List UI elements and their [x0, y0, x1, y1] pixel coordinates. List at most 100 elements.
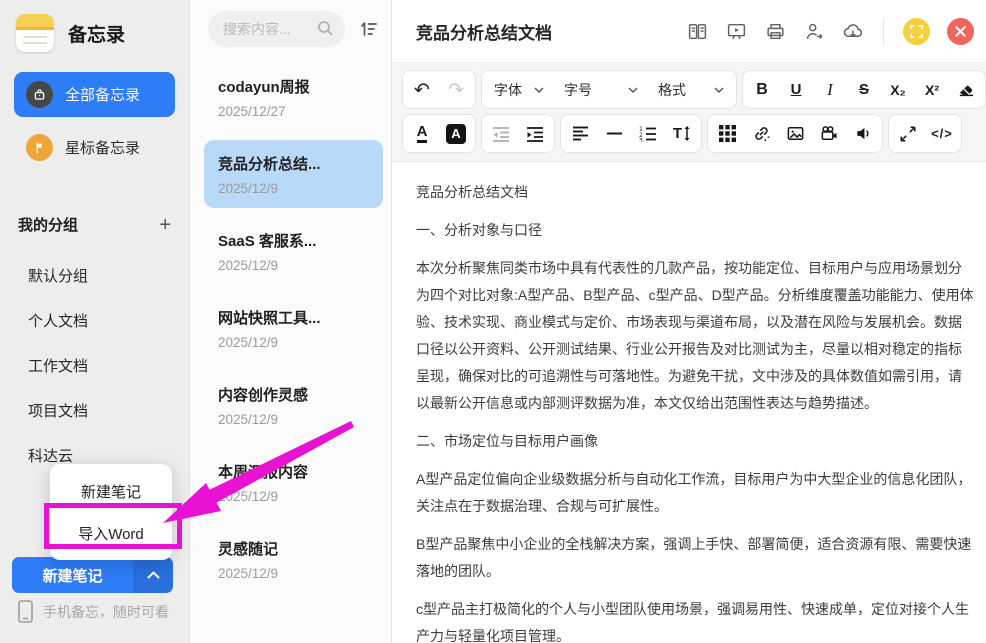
outdent-icon — [492, 126, 510, 142]
search-box[interactable] — [208, 11, 345, 47]
image-icon — [786, 124, 805, 143]
insert-audio-button[interactable] — [847, 118, 879, 149]
highlight-color-button[interactable]: A — [440, 118, 472, 149]
font-size-dropdown[interactable]: 字号 — [555, 74, 647, 105]
formatting-toolbar: ↶ ↷ 字体 字号 格式 — [392, 62, 986, 162]
code-view-button[interactable]: </> — [926, 118, 958, 149]
doc-heading: 二、市场定位与目标用户画像 — [416, 428, 974, 455]
menu-item-import-word[interactable]: 导入Word — [50, 512, 172, 554]
svg-text:3: 3 — [639, 137, 643, 142]
share-user-icon[interactable] — [803, 20, 825, 42]
subscript-button[interactable]: X₂ — [882, 74, 914, 105]
link-icon — [752, 124, 771, 143]
app-title: 备忘录 — [68, 20, 125, 47]
horizontal-rule-button[interactable] — [598, 118, 630, 149]
indent-button[interactable] — [519, 118, 551, 149]
add-group-icon[interactable]: + — [159, 215, 171, 235]
document-title: 竞品分析总结文档 — [416, 19, 552, 44]
app-logo-row: 备忘录 — [0, 0, 189, 62]
video-camera-icon — [819, 124, 839, 143]
speaker-icon — [854, 124, 873, 143]
fullscreen-button[interactable] — [903, 18, 930, 45]
presentation-icon[interactable] — [725, 20, 747, 42]
outdent-button[interactable] — [485, 118, 517, 149]
undo-button[interactable]: ↶ — [406, 74, 438, 105]
expand-arrows-icon — [899, 125, 917, 143]
updown-arrow-icon — [683, 126, 691, 141]
eraser-icon — [957, 80, 976, 99]
expand-editor-button[interactable] — [892, 118, 924, 149]
print-icon[interactable] — [764, 20, 786, 42]
new-note-button-label[interactable]: 新建笔记 — [12, 557, 133, 593]
underline-button[interactable]: U — [780, 74, 812, 105]
format-dropdown[interactable]: 格式 — [649, 74, 733, 105]
sidebar-item-label: 全部备忘录 — [65, 84, 140, 105]
horizontal-rule-icon — [606, 126, 623, 141]
sidebar-item-starred-memos[interactable]: 星标备忘录 — [14, 125, 175, 170]
font-family-dropdown[interactable]: 字体 — [485, 74, 553, 105]
header-divider — [883, 18, 884, 44]
new-note-button[interactable]: 新建笔记 — [12, 557, 173, 593]
insert-video-button[interactable] — [813, 118, 845, 149]
document-body[interactable]: 竞品分析总结文档 一、分析对象与口径 本次分析聚焦同类市场中具有代表性的几款产品… — [392, 162, 986, 643]
line-height-button[interactable]: T — [666, 118, 698, 149]
note-list-panel: codayun周报 2025/12/27 竞品分析总结... 2025/12/9… — [190, 0, 392, 643]
sort-order-icon[interactable] — [355, 16, 381, 42]
note-list-item[interactable]: 灵感随记 2025/12/9 — [204, 525, 383, 593]
insert-link-button[interactable] — [745, 118, 777, 149]
note-list-item[interactable]: codayun周报 2025/12/27 — [204, 63, 383, 131]
clear-format-button[interactable] — [950, 74, 982, 105]
editor-panel: 竞品分析总结文档 — [392, 0, 986, 643]
doc-paragraph: A型产品定位偏向企业级数据分析与自动化工作流，目标用户为中大型企业的信息化团队，… — [416, 466, 974, 520]
new-note-dropdown-toggle[interactable] — [133, 557, 173, 593]
menu-item-new-note[interactable]: 新建笔记 — [50, 470, 172, 512]
bold-button[interactable]: B — [746, 74, 778, 105]
new-note-popup-menu: 新建笔记 导入Word — [50, 464, 172, 560]
strikethrough-button[interactable]: S — [848, 74, 880, 105]
group-item-default[interactable]: 默认分组 — [0, 253, 189, 298]
close-button[interactable] — [947, 18, 974, 45]
cloud-download-icon[interactable] — [842, 20, 864, 42]
doc-paragraph: B型产品聚焦中小企业的全栈解决方案，强调上手快、部署简便，适合资源有限、需要快速… — [416, 531, 974, 585]
chevron-down-icon — [534, 87, 544, 93]
superscript-button[interactable]: X² — [916, 74, 948, 105]
group-item-personal[interactable]: 个人文档 — [0, 298, 189, 343]
chevron-down-icon — [628, 87, 638, 93]
insert-table-button[interactable] — [711, 118, 743, 149]
memo-app-window: 备忘录 全部备忘录 星标备忘录 我的分组 + — [0, 0, 986, 643]
table-grid-icon — [719, 125, 736, 142]
note-items: codayun周报 2025/12/27 竞品分析总结... 2025/12/9… — [190, 55, 391, 593]
mobile-hint-text: 手机备忘，随时可看 — [43, 602, 169, 622]
sidebar-item-label: 星标备忘录 — [65, 137, 140, 158]
mobile-hint: 手机备忘，随时可看 — [18, 600, 169, 623]
note-list-item-selected[interactable]: 竞品分析总结... 2025/12/9 — [204, 140, 383, 208]
sidebar: 备忘录 全部备忘录 星标备忘录 我的分组 + — [0, 0, 190, 643]
redo-button[interactable]: ↷ — [440, 74, 472, 105]
insert-image-button[interactable] — [779, 118, 811, 149]
my-groups-label: 我的分组 — [18, 214, 78, 235]
memo-app-icon — [16, 14, 54, 52]
chevron-up-icon — [147, 571, 160, 579]
doc-paragraph: c型产品主打极简化的个人与小型团队使用场景，强调易用性、快速成单，定位对接个人生… — [416, 596, 974, 643]
note-list-item[interactable]: 网站快照工具... 2025/12/9 — [204, 294, 383, 362]
my-groups-header: 我的分组 + — [0, 214, 189, 235]
star-flag-icon — [26, 134, 53, 161]
align-button[interactable] — [564, 118, 596, 149]
note-list-item[interactable]: SaaS 客服系... 2025/12/9 — [204, 217, 383, 285]
doc-paragraph: 本次分析聚焦同类市场中具有代表性的几款产品，按功能定位、目标用户与应用场景划分为… — [416, 255, 974, 417]
ordered-list-button[interactable]: 1 2 3 — [632, 118, 664, 149]
note-list-item[interactable]: 内容创作灵感 2025/12/9 — [204, 371, 383, 439]
phone-icon — [18, 600, 33, 623]
group-item-work[interactable]: 工作文档 — [0, 343, 189, 388]
search-icon — [317, 20, 334, 42]
note-list-item[interactable]: 本周汇报内容 2025/12/9 — [204, 448, 383, 516]
group-item-project[interactable]: 项目文档 — [0, 388, 189, 433]
font-color-button[interactable]: A — [406, 118, 438, 149]
all-memos-icon — [26, 81, 53, 108]
close-icon — [955, 26, 966, 37]
sidebar-item-all-memos[interactable]: 全部备忘录 — [14, 72, 175, 117]
ordered-list-icon: 1 2 3 — [639, 126, 657, 142]
outline-book-icon[interactable] — [686, 20, 708, 42]
align-left-icon — [572, 126, 589, 141]
italic-button[interactable]: I — [814, 74, 846, 105]
